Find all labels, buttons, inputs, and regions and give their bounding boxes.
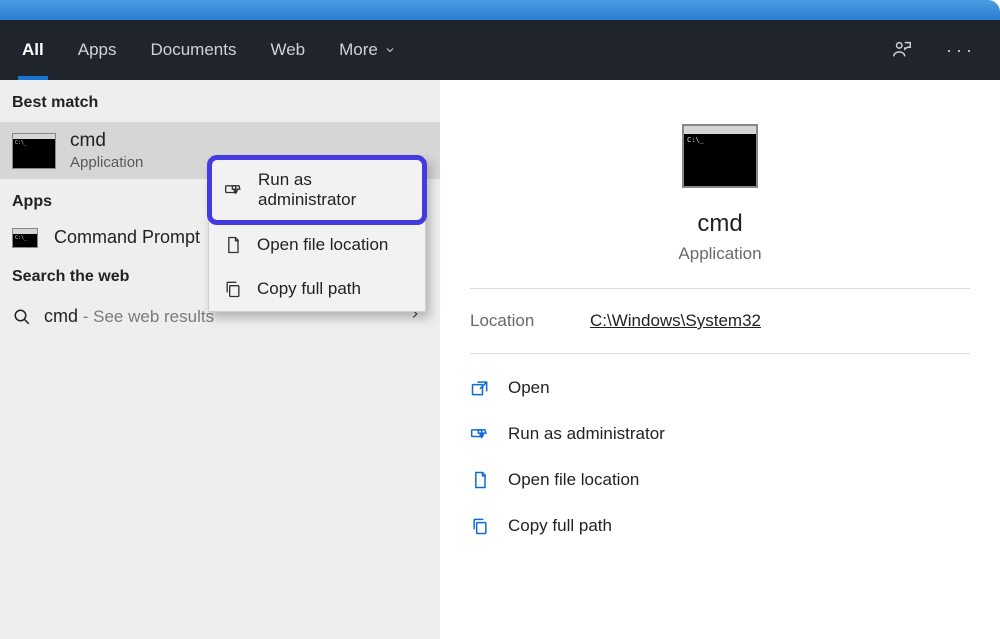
- ctx-open-location-label: Open file location: [257, 235, 388, 255]
- details-title: cmd: [697, 210, 742, 238]
- tab-more-label: More: [339, 40, 378, 60]
- tab-all[interactable]: All: [18, 22, 48, 78]
- feedback-button[interactable]: [890, 38, 914, 62]
- file-location-icon: [223, 235, 243, 255]
- options-button[interactable]: ···: [940, 40, 982, 61]
- search-content: Best match cmd Application Apps Command …: [0, 80, 1000, 639]
- open-icon: [470, 378, 490, 398]
- action-copy-full-path[interactable]: Copy full path: [470, 506, 970, 546]
- search-filter-tabs: All Apps Documents Web More ···: [0, 20, 1000, 80]
- search-icon: [12, 307, 32, 327]
- details-header: cmd Application: [440, 80, 1000, 288]
- cmd-icon: [12, 228, 38, 248]
- result-cmd-text: cmd Application: [70, 130, 143, 171]
- start-search-panel: All Apps Documents Web More ··· Best mat…: [0, 20, 1000, 639]
- file-location-icon: [470, 470, 490, 490]
- action-open-location-label: Open file location: [508, 470, 639, 490]
- context-menu: Run as administrator Open file location …: [208, 156, 426, 312]
- actions-list: Open Run as administrator Open file loca…: [440, 354, 1000, 560]
- tab-documents[interactable]: Documents: [146, 22, 240, 78]
- shield-admin-icon: [470, 424, 490, 444]
- best-match-heading: Best match: [0, 80, 440, 122]
- location-label: Location: [470, 311, 590, 331]
- tab-more[interactable]: More: [335, 22, 400, 78]
- action-run-as-administrator[interactable]: Run as administrator: [470, 414, 970, 454]
- ellipsis-icon: ···: [946, 40, 976, 60]
- cmd-icon: [12, 133, 56, 169]
- ctx-copy-full-path[interactable]: Copy full path: [209, 267, 425, 311]
- action-open-file-location[interactable]: Open file location: [470, 460, 970, 500]
- ctx-open-file-location[interactable]: Open file location: [209, 223, 425, 267]
- desktop-background-strip: [0, 0, 1000, 20]
- action-open-label: Open: [508, 378, 550, 398]
- action-open[interactable]: Open: [470, 368, 970, 408]
- details-subtitle: Application: [678, 244, 761, 264]
- result-cmd-title: cmd: [70, 130, 143, 152]
- ctx-run-as-administrator[interactable]: Run as administrator: [207, 155, 427, 225]
- action-run-admin-label: Run as administrator: [508, 424, 665, 444]
- feedback-icon: [891, 39, 913, 61]
- location-link[interactable]: C:\Windows\System32: [590, 311, 761, 331]
- location-row: Location C:\Windows\System32: [440, 289, 1000, 353]
- ctx-run-admin-label: Run as administrator: [258, 170, 410, 210]
- copy-icon: [223, 279, 243, 299]
- tab-web[interactable]: Web: [266, 22, 309, 78]
- web-result-term: cmd: [44, 306, 78, 326]
- results-list: Best match cmd Application Apps Command …: [0, 80, 440, 639]
- ctx-copy-path-label: Copy full path: [257, 279, 361, 299]
- details-pane: cmd Application Location C:\Windows\Syst…: [440, 80, 1000, 639]
- web-result-tail: - See web results: [78, 307, 214, 326]
- result-command-prompt-title: Command Prompt: [54, 227, 200, 248]
- app-large-icon: [682, 124, 758, 188]
- chevron-down-icon: [384, 44, 396, 56]
- result-cmd-subtitle: Application: [70, 154, 143, 171]
- tab-apps[interactable]: Apps: [74, 22, 121, 78]
- shield-admin-icon: [224, 180, 244, 200]
- copy-icon: [470, 516, 490, 536]
- action-copy-path-label: Copy full path: [508, 516, 612, 536]
